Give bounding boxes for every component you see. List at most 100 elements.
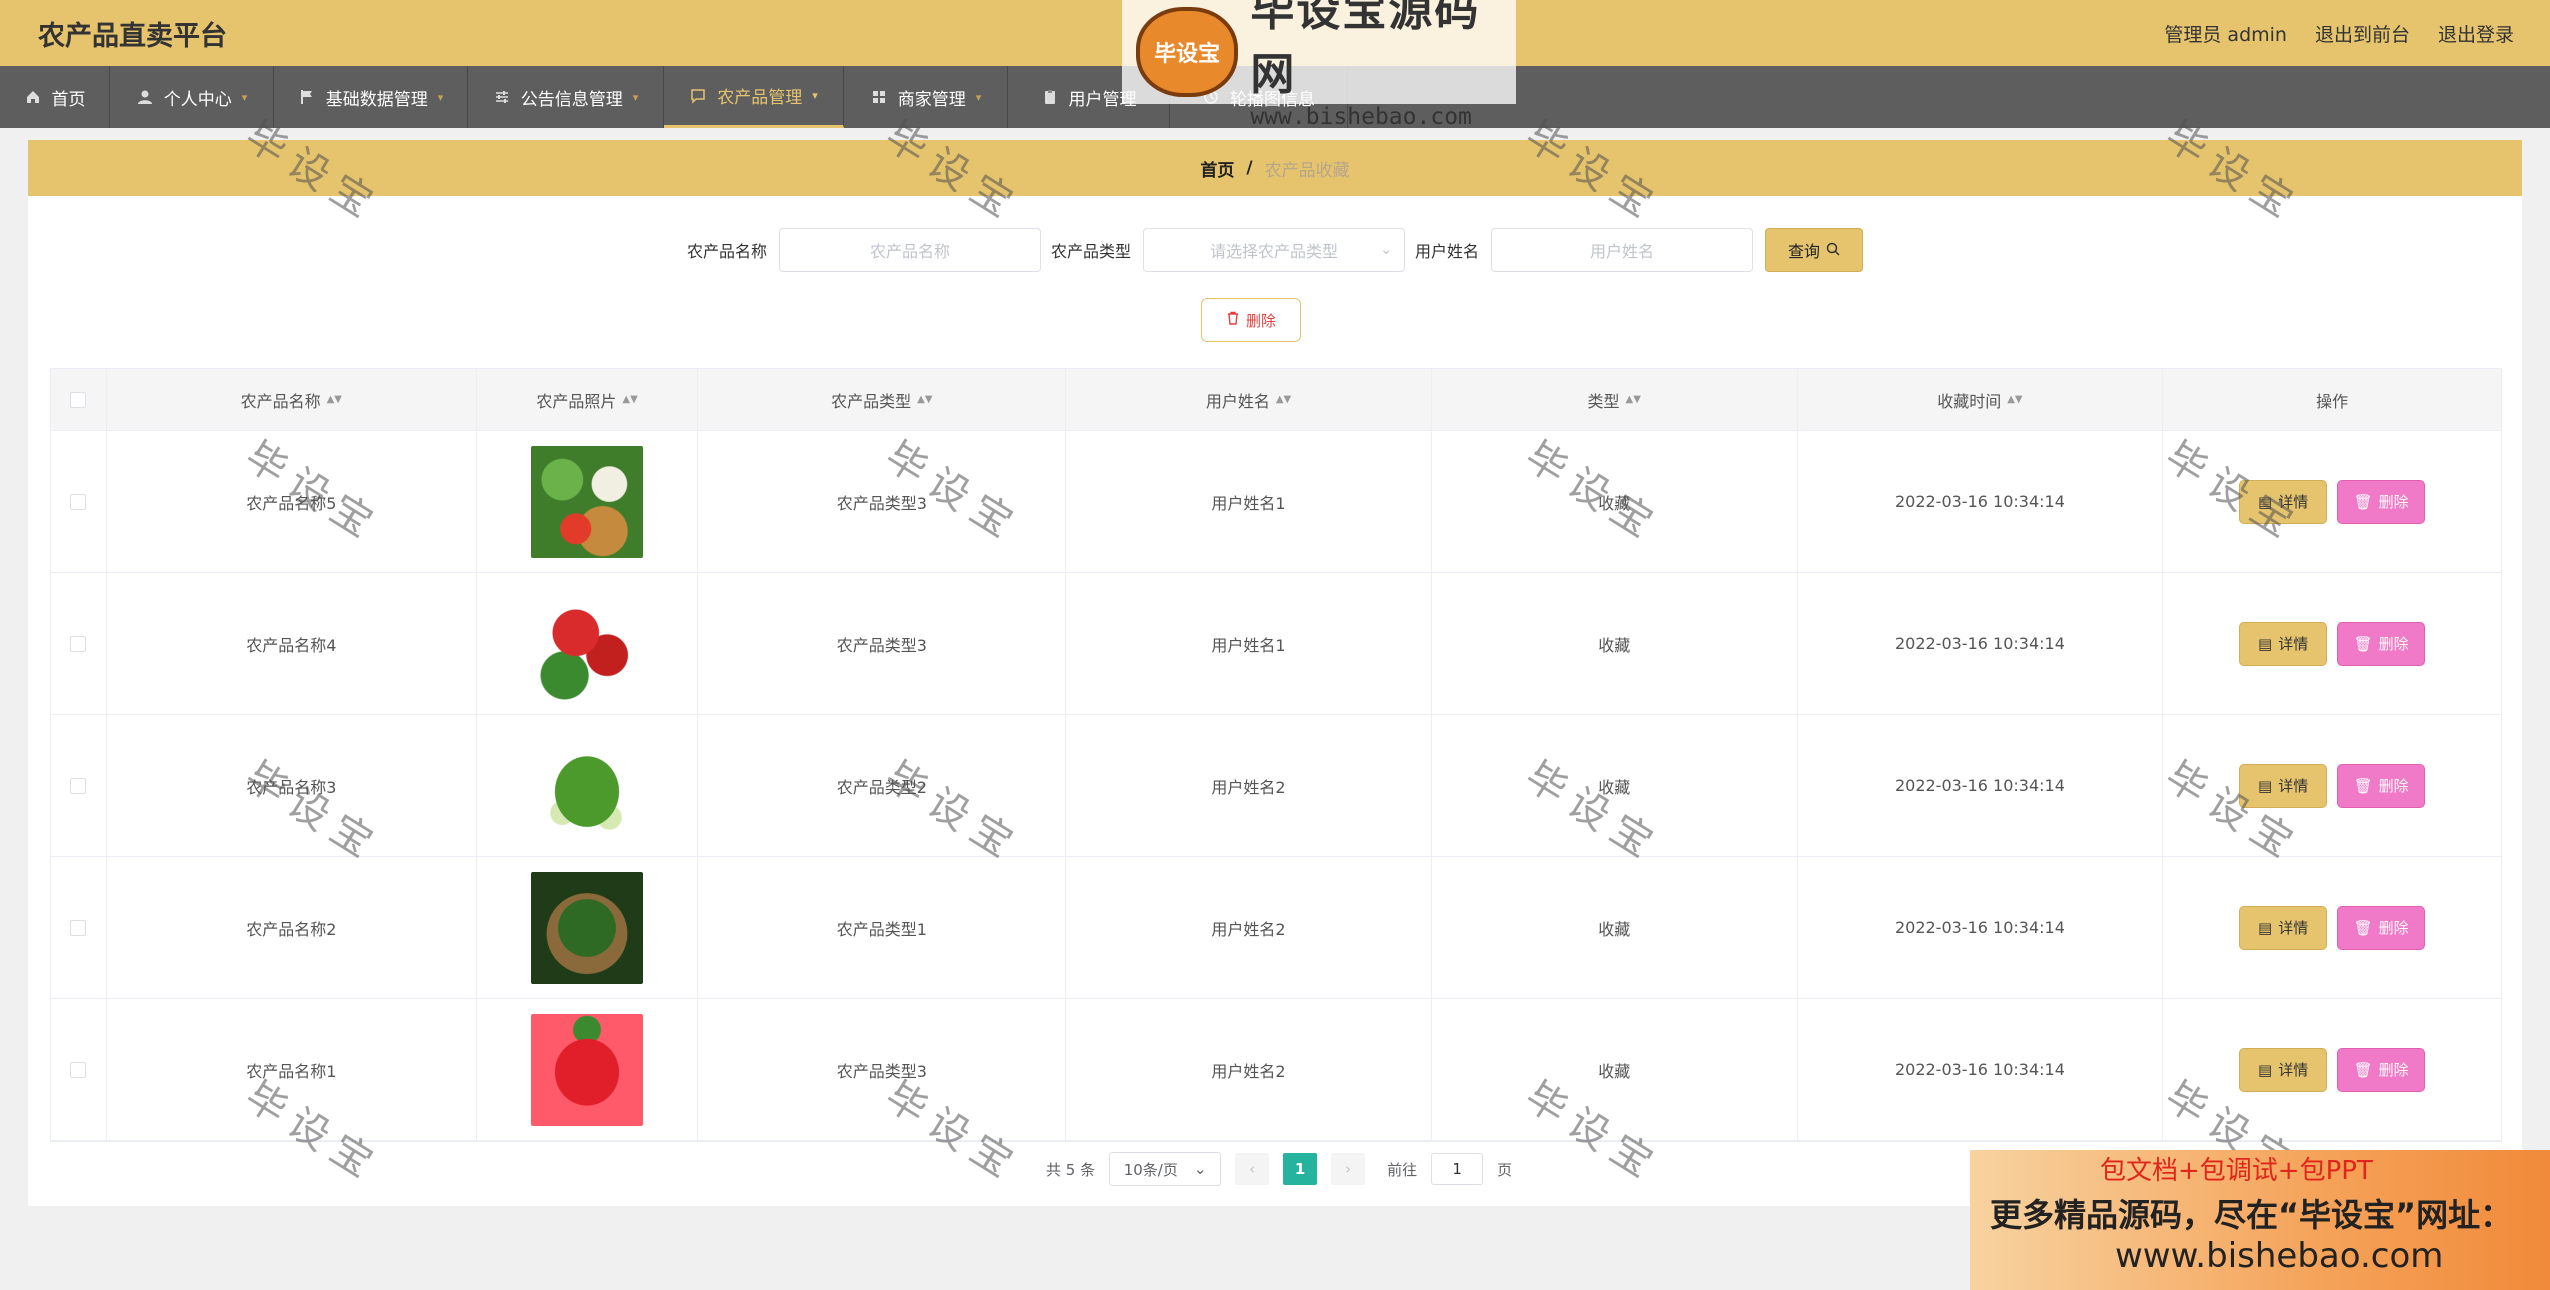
nav-item-merchants[interactable]: 商家管理 ▾ [844, 66, 1008, 128]
product-photo-cell [477, 857, 699, 998]
column-header: 收藏时间 [1937, 391, 2002, 411]
delete-button[interactable]: 🗑 删除 [2337, 621, 2426, 666]
row-checkbox[interactable] [70, 777, 87, 794]
header-product-photo[interactable]: 农产品照片 ▲▼ [477, 369, 699, 430]
product-type-cell: 农产品类型3 [698, 999, 1067, 1140]
kind-cell: 收藏 [1432, 999, 1798, 1140]
product-photo-cell [477, 715, 699, 856]
favorite-time-cell: 2022-03-16 10:34:14 [1798, 715, 2164, 856]
favorites-table: 农产品名称 ▲▼ 农产品照片 ▲▼ 农产品类型 ▲▼ 用户姓名 ▲▼ 类型 ▲▼ 收藏时间… [50, 368, 2502, 1142]
delete-button[interactable]: 🗑 删除 [2337, 479, 2426, 524]
breadcrumb-home[interactable]: 首页 [1200, 156, 1234, 181]
delete-button[interactable]: 🗑 删除 [2337, 763, 2426, 808]
row-actions: ▤ 详情 🗑 删除 [2239, 621, 2426, 666]
next-page-button[interactable]: › [1331, 1153, 1366, 1185]
detail-button[interactable]: ▤ 详情 [2239, 479, 2328, 524]
delete-button-label: 删除 [2378, 919, 2409, 937]
sort-icon: ▲▼ [1625, 393, 1641, 405]
trash-icon: 🗑 [2353, 776, 2373, 795]
table-header: 农产品名称 ▲▼ 农产品照片 ▲▼ 农产品类型 ▲▼ 用户姓名 ▲▼ 类型 ▲▼ 收藏时间… [51, 369, 2501, 431]
product-photo[interactable] [531, 587, 644, 700]
breadcrumb-current: 农产品收藏 [1264, 160, 1350, 181]
product-type-select[interactable]: 请选择农产品类型 ⌄ [1143, 228, 1405, 272]
detail-button-label: 详情 [2278, 493, 2309, 511]
search-form: 农产品名称 农产品名称 农产品类型 请选择农产品类型 ⌄ 用户姓名 用户姓名 查… [28, 228, 2522, 272]
nav-item-personal-center[interactable]: 个人中心 ▾ [110, 66, 274, 128]
logout-link[interactable]: 退出登录 [2438, 20, 2514, 47]
goto-page-input[interactable]: 1 [1431, 1153, 1484, 1185]
row-checkbox[interactable] [70, 1061, 87, 1078]
detail-button[interactable]: ▤ 详情 [2239, 905, 2328, 950]
row-checkbox[interactable] [70, 493, 87, 510]
favorite-time-cell: 2022-03-16 10:34:14 [1798, 573, 2164, 714]
document-icon: ▤ [2258, 1060, 2273, 1079]
delete-button[interactable]: 🗑 删除 [2337, 905, 2426, 950]
sort-icon: ▲▼ [917, 393, 933, 405]
product-photo[interactable] [531, 871, 644, 984]
chevron-down-icon: ▾ [632, 90, 639, 104]
product-type-cell: 农产品类型1 [698, 857, 1067, 998]
column-header: 农产品名称 [240, 391, 321, 411]
table-row: 农产品名称5 农产品类型3 用户姓名1 收藏 2022-03-16 10:34:… [51, 431, 2501, 573]
page-number-current[interactable]: 1 [1283, 1153, 1318, 1185]
goto-label: 前往 [1387, 1160, 1418, 1179]
product-photo[interactable] [531, 445, 644, 558]
header-product-type[interactable]: 农产品类型 ▲▼ [698, 369, 1067, 430]
nav-item-basic-data[interactable]: 基础数据管理 ▾ [274, 66, 468, 128]
chevron-down-icon: ⌄ [1380, 242, 1392, 258]
user-name-input[interactable]: 用户姓名 [1491, 228, 1754, 272]
header-favorite-time[interactable]: 收藏时间 ▲▼ [1798, 369, 2164, 430]
product-photo[interactable] [531, 729, 644, 842]
product-name-cell: 农产品名称4 [107, 573, 477, 714]
trash-icon: 🗑 [2353, 1060, 2373, 1079]
row-checkbox[interactable] [70, 919, 87, 936]
promo-line-2: 更多精品源码，尽在“毕设宝”网址： [1990, 1196, 2513, 1234]
kind-cell: 收藏 [1432, 431, 1798, 572]
product-name-placeholder: 农产品名称 [869, 242, 950, 261]
delete-button[interactable]: 🗑 删除 [2337, 1047, 2426, 1092]
detail-button-label: 详情 [2278, 919, 2309, 937]
nav-item-label: 首页 [51, 89, 86, 110]
document-icon: ▤ [2258, 634, 2273, 653]
product-photo-cell [477, 431, 699, 572]
header-select-all [51, 369, 107, 430]
header-kind[interactable]: 类型 ▲▼ [1432, 369, 1798, 430]
sort-icon: ▲▼ [326, 393, 342, 405]
trash-icon: 🗑 [2353, 918, 2373, 937]
nav-item-notice[interactable]: 公告信息管理 ▾ [468, 66, 664, 128]
nav-item-label: 农产品管理 [717, 88, 803, 108]
product-type-label: 农产品类型 [1050, 242, 1131, 261]
product-photo[interactable] [531, 1013, 644, 1126]
product-name-input[interactable]: 农产品名称 [778, 228, 1041, 272]
header-user-name[interactable]: 用户姓名 ▲▼ [1066, 369, 1432, 430]
table-row: 农产品名称2 农产品类型1 用户姓名2 收藏 2022-03-16 10:34:… [51, 857, 2501, 999]
row-checkbox[interactable] [70, 635, 87, 652]
sort-icon: ▲▼ [1275, 393, 1292, 405]
detail-button[interactable]: ▤ 详情 [2239, 621, 2328, 666]
chevron-down-icon: ▾ [437, 90, 444, 104]
header-product-name[interactable]: 农产品名称 ▲▼ [107, 369, 477, 430]
product-name-cell: 农产品名称2 [107, 857, 477, 998]
select-all-checkbox[interactable] [70, 391, 87, 408]
detail-button[interactable]: ▤ 详情 [2239, 1047, 2328, 1092]
watermark-text: 毕设宝源码网 www.bishebao.com [1250, 0, 1516, 130]
nav-item-label: 基础数据管理 [325, 89, 428, 110]
batch-delete-button[interactable]: 删除 [1201, 298, 1301, 342]
app-title: 农产品直卖平台 [38, 20, 227, 52]
message-icon [689, 87, 707, 105]
user-name-label: 用户姓名 [1415, 242, 1480, 261]
nav-item-products[interactable]: 农产品管理 ▾ [664, 66, 844, 128]
exit-to-front-link[interactable]: 退出到前台 [2315, 20, 2410, 47]
user-name-cell: 用户姓名2 [1066, 715, 1432, 856]
nav-item-home[interactable]: 首页 [0, 66, 110, 128]
page-size-select[interactable]: 10条/页 ⌄ [1109, 1152, 1222, 1186]
clipboard-icon [1041, 88, 1059, 106]
detail-button-label: 详情 [2278, 1061, 2309, 1079]
prev-page-button[interactable]: ‹ [1235, 1153, 1270, 1185]
column-header: 用户姓名 [1205, 391, 1270, 411]
watermark-logo: 毕设宝 毕设宝源码网 www.bishebao.com [1122, 0, 1516, 130]
column-header: 操作 [2316, 391, 2349, 411]
breadcrumb: 首页 / 农产品收藏 [28, 140, 2522, 196]
query-button[interactable]: 查询 [1765, 228, 1864, 272]
detail-button[interactable]: ▤ 详情 [2239, 763, 2328, 808]
